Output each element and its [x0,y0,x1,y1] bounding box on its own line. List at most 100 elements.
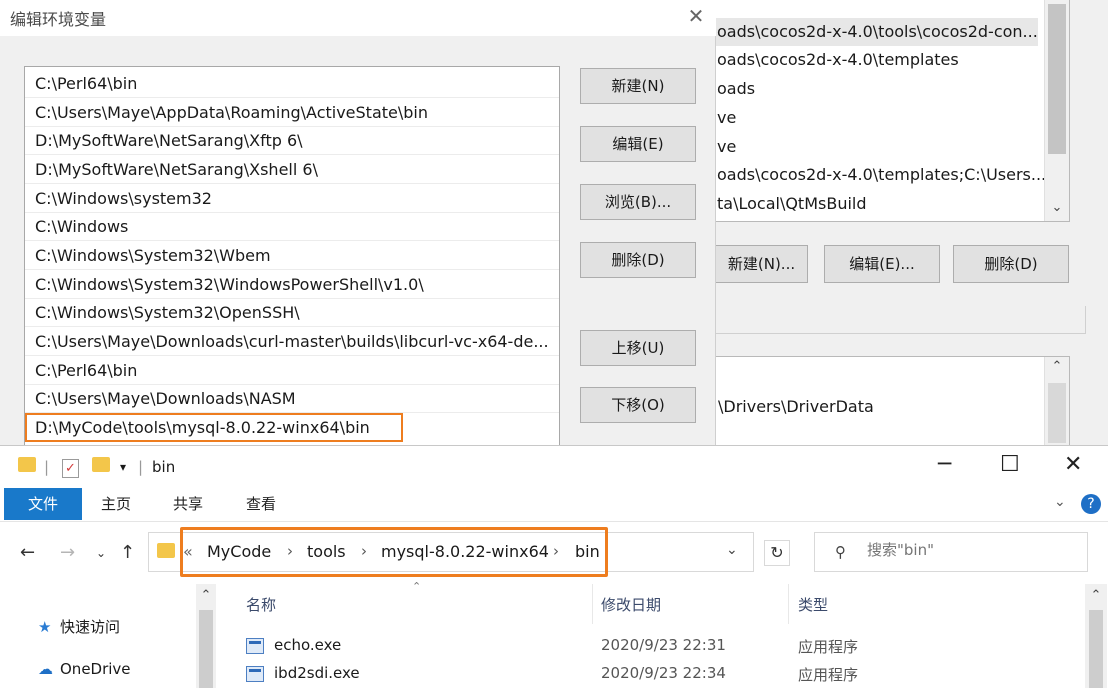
system-vars-scrollbar[interactable]: ⌃ [1044,357,1069,445]
chevron-up-icon[interactable]: ⌃ [1045,359,1069,374]
refresh-icon[interactable]: ↻ [764,540,790,566]
folder-icon[interactable] [18,456,36,478]
path-entry[interactable]: C:\Users\Maye\Downloads\curl-master\buil… [25,327,559,356]
file-date: 2020/9/23 22:31 [601,636,726,654]
user-var-row[interactable]: oads\cocos2d-x-4.0\templates;C:\Users... [701,161,1046,189]
recent-locations-chevron-icon[interactable]: ⌄ [96,546,106,560]
file-list: ⌃ 名称 修改日期 类型 echo.exe 2020/9/23 22:31 应用… [218,580,1108,688]
user-vars-scrollbar[interactable]: ⌄ [1044,0,1069,221]
file-row[interactable]: echo.exe 2020/9/23 22:31 应用程序 [218,632,1078,660]
edit-button[interactable]: 编辑(E) [580,126,696,162]
ribbon-tabs: 文件 主页 共享 查看 ⌄ ? [0,488,1108,522]
search-box[interactable]: ⚲ [814,532,1088,572]
browse-button[interactable]: 浏览(B)... [580,184,696,220]
path-entry[interactable]: C:\Users\Maye\AppData\Roaming\ActiveStat… [25,98,559,127]
breadcrumb-highlight [180,527,608,577]
help-icon[interactable]: ? [1081,494,1101,514]
file-row[interactable]: ibd2sdi.exe 2020/9/23 22:34 应用程序 [218,660,1078,688]
column-divider[interactable] [592,584,593,624]
address-history-chevron-icon[interactable]: ⌄ [726,542,738,558]
navigation-pane: ★ 快速访问 ☁ OneDrive ⌃ [0,584,218,688]
user-var-new-button[interactable]: 新建(N)... [716,245,808,283]
search-input[interactable] [867,541,1077,559]
path-entry[interactable]: C:\Perl64\bin [25,356,559,385]
file-list-scrollbar[interactable]: ⌃ [1085,584,1107,688]
path-entry[interactable]: C:\Perl64\bin [25,69,559,98]
tab-home[interactable]: 主页 [98,488,134,520]
exe-file-icon [246,666,264,682]
chevron-up-icon[interactable]: ⌃ [196,588,216,603]
system-vars-list: \Drivers\DriverData [700,356,1070,446]
nav-item-label: 快速访问 [60,618,121,636]
path-entry[interactable]: C:\Windows\system32 [25,184,559,213]
scroll-thumb[interactable] [1048,383,1066,443]
dialog-title: 编辑环境变量 [10,10,107,29]
exe-file-icon [246,638,264,654]
close-icon[interactable]: ✕ [683,3,709,29]
tab-view[interactable]: 查看 [243,488,279,520]
column-header-name[interactable]: 名称 [246,594,276,615]
new-folder-icon[interactable] [92,456,110,478]
path-entry[interactable]: C:\Windows [25,212,559,241]
system-var-row[interactable]: \Drivers\DriverData [718,393,874,421]
properties-check-icon[interactable]: ✓ [62,456,79,478]
path-entry[interactable]: C:\Windows\System32\WindowsPowerShell\v1… [25,270,559,299]
file-date: 2020/9/23 22:34 [601,664,726,682]
column-header-type[interactable]: 类型 [798,594,828,615]
edit-env-var-dialog: 编辑环境变量 ✕ C:\Perl64\bin C:\Users\Maye\App… [0,0,716,446]
file-type: 应用程序 [798,638,859,656]
chevron-up-icon[interactable]: ⌃ [1085,588,1107,603]
scroll-thumb[interactable] [1048,4,1066,154]
minimize-icon[interactable]: ─ [938,452,951,477]
file-type: 应用程序 [798,666,859,684]
column-header-date[interactable]: 修改日期 [601,594,661,615]
user-var-edit-button[interactable]: 编辑(E)... [824,245,940,283]
column-divider[interactable] [788,584,789,624]
file-name: ibd2sdi.exe [274,664,360,682]
sort-caret-icon: ⌃ [412,580,422,593]
user-var-row[interactable]: ta\Local\QtMsBuild [701,190,867,218]
search-icon: ⚲ [835,543,846,561]
toolbar-separator: | [44,458,50,476]
path-entry[interactable]: C:\Windows\System32\OpenSSH\ [25,298,559,327]
user-var-row[interactable]: oads\cocos2d-x-4.0\templates [701,46,959,74]
path-entry[interactable]: C:\Windows\System32\Wbem [25,241,559,270]
nav-item-quick-access[interactable]: ★ 快速访问 [38,616,120,637]
up-arrow-icon[interactable]: ↑ [120,542,135,563]
tab-file[interactable]: 文件 [4,488,82,520]
path-entries-list: C:\Perl64\bin C:\Users\Maye\AppData\Roam… [24,66,560,446]
back-arrow-icon[interactable]: ← [20,542,35,563]
user-vars-list: oads\cocos2d-x-4.0\tools\cocos2d-con... … [700,0,1070,222]
user-var-delete-button[interactable]: 删除(D) [953,245,1069,283]
path-entry[interactable]: C:\Users\Maye\Downloads\NASM [25,384,559,413]
customize-toolbar-dropdown[interactable]: ▾ [120,456,126,478]
forward-arrow-icon[interactable]: → [60,542,75,563]
toolbar-separator: | [138,458,144,476]
scroll-thumb[interactable] [1089,610,1103,688]
expand-ribbon-chevron-icon[interactable]: ⌄ [1054,494,1066,510]
new-button[interactable]: 新建(N) [580,68,696,104]
nav-item-onedrive[interactable]: ☁ OneDrive [38,660,131,678]
file-name: echo.exe [274,636,342,654]
close-icon[interactable]: ✕ [1064,452,1082,477]
tab-share[interactable]: 共享 [170,488,206,520]
quick-access-toolbar: | ✓ ▾ | bin ─ ☐ ✕ [0,446,1108,488]
delete-button[interactable]: 删除(D) [580,242,696,278]
nav-pane-scrollbar[interactable]: ⌃ [196,584,216,688]
move-up-button[interactable]: 上移(U) [580,330,696,366]
path-entry-highlighted[interactable]: D:\MyCode\tools\mysql-8.0.22-winx64\bin [25,413,403,442]
cloud-icon: ☁ [38,660,53,678]
maximize-icon[interactable]: ☐ [1000,452,1020,477]
dialog-titlebar: 编辑环境变量 ✕ [0,0,716,36]
window-title: bin [152,458,176,476]
move-down-button[interactable]: 下移(O) [580,387,696,423]
star-icon: ★ [38,618,52,636]
user-var-row[interactable]: oads\cocos2d-x-4.0\tools\cocos2d-con... [701,18,1038,46]
group-divider [700,306,1086,334]
nav-item-label: OneDrive [60,660,131,678]
path-entry[interactable]: D:\MySoftWare\NetSarang\Xftp 6\ [25,126,559,155]
scroll-thumb[interactable] [199,610,213,688]
folder-icon [157,543,175,562]
chevron-down-icon[interactable]: ⌄ [1045,197,1069,219]
path-entry[interactable]: D:\MySoftWare\NetSarang\Xshell 6\ [25,155,559,184]
